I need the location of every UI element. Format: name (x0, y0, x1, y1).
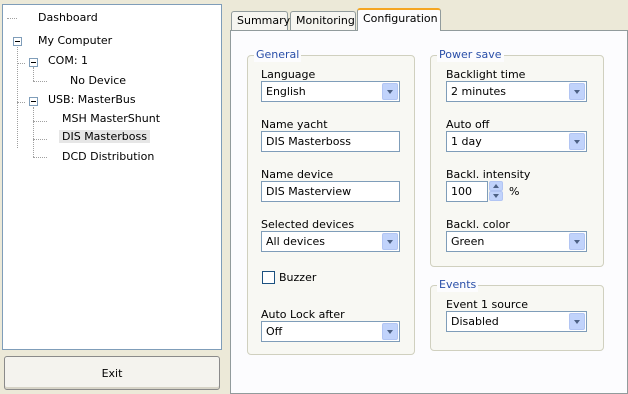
exit-button[interactable]: Exit (4, 356, 220, 390)
tab-label: Configuration (363, 12, 438, 25)
name-yacht-value: DIS Masterboss (266, 135, 351, 148)
name-yacht-input[interactable]: DIS Masterboss (261, 131, 400, 152)
tree-item-usb-masterbus[interactable]: USB: MasterBus (45, 92, 139, 108)
buzzer-checkbox[interactable] (262, 271, 275, 284)
tree-connector (33, 107, 34, 157)
collapse-icon[interactable] (13, 37, 22, 46)
selected-devices-value: All devices (266, 235, 325, 248)
auto-off-value: 1 day (451, 135, 482, 148)
spin-down-icon[interactable] (489, 191, 503, 201)
collapse-icon[interactable] (29, 58, 38, 67)
tree-item-label: No Device (70, 74, 127, 87)
chevron-down-icon[interactable] (382, 83, 398, 100)
percent-unit: % (509, 185, 520, 198)
tree-item-label: DIS Masterboss (59, 130, 150, 143)
tree-item-label: Dashboard (38, 11, 98, 24)
auto-off-label: Auto off (446, 118, 490, 131)
tree-item-com1[interactable]: COM: 1 (45, 53, 91, 69)
backlight-time-dropdown[interactable]: 2 minutes (446, 81, 587, 102)
backlight-time-label: Backlight time (446, 68, 526, 81)
power-save-group: Power save Backlight time 2 minutes Auto… (430, 48, 604, 267)
device-tree[interactable]: Dashboard My Computer COM: 1 No Device U… (2, 4, 222, 350)
tree-item-label: My Computer (38, 34, 113, 47)
general-legend: General (254, 48, 302, 62)
language-dropdown[interactable]: English (261, 81, 400, 102)
backl-intensity-label: Backl. intensity (446, 168, 531, 181)
backl-intensity-input[interactable]: 100 (446, 181, 488, 202)
event1-source-label: Event 1 source (446, 298, 529, 311)
name-device-value: DIS Masterview (266, 185, 352, 198)
name-yacht-label: Name yacht (261, 118, 328, 131)
auto-off-dropdown[interactable]: 1 day (446, 131, 587, 152)
power-save-legend: Power save (437, 48, 504, 62)
chevron-down-icon[interactable] (569, 233, 585, 250)
tree-item-label: DCD Distribution (62, 150, 155, 163)
tree-item-my-computer[interactable]: My Computer (35, 33, 115, 49)
tree-item-dcd-distribution[interactable]: DCD Distribution (59, 149, 157, 165)
collapse-icon[interactable] (29, 97, 38, 106)
tree-connector (7, 18, 17, 19)
tree-connector (17, 63, 25, 64)
name-device-label: Name device (261, 168, 334, 181)
language-label: Language (261, 68, 316, 81)
tab-label: Monitoring (296, 14, 355, 27)
tab-label: Summary (237, 14, 291, 27)
tree-item-label: MSH MasterShunt (62, 112, 161, 125)
tree-item-msh-mastershunt[interactable]: MSH MasterShunt (59, 111, 163, 127)
tree-connector (33, 67, 34, 81)
tree-connector (17, 102, 25, 103)
tree-connector (33, 157, 47, 158)
events-group: Events Event 1 source Disabled (430, 278, 604, 351)
tab-configuration[interactable]: Configuration (357, 8, 441, 31)
buzzer-label[interactable]: Buzzer (279, 271, 316, 284)
tree-item-label: USB: MasterBus (48, 93, 136, 106)
tree-item-dis-masterboss[interactable]: DIS Masterboss (59, 129, 150, 145)
chevron-down-icon[interactable] (569, 83, 585, 100)
selected-devices-dropdown[interactable]: All devices (261, 231, 400, 252)
tab-summary[interactable]: Summary (231, 11, 291, 30)
tree-connector (33, 139, 47, 140)
chevron-down-icon[interactable] (569, 133, 585, 150)
event1-source-value: Disabled (451, 315, 499, 328)
general-group: General Language English Name yacht DIS … (247, 48, 415, 355)
auto-lock-dropdown[interactable]: Off (261, 321, 400, 342)
selected-devices-label: Selected devices (261, 218, 355, 231)
backl-color-label: Backl. color (446, 218, 510, 231)
backl-color-dropdown[interactable]: Green (446, 231, 587, 252)
tree-connector (33, 121, 47, 122)
tree-item-no-device[interactable]: No Device (67, 73, 129, 89)
auto-lock-value: Off (266, 325, 283, 338)
events-legend: Events (437, 278, 479, 292)
configuration-panel: General Language English Name yacht DIS … (230, 30, 628, 394)
backl-intensity-value: 100 (451, 185, 472, 198)
chevron-down-icon[interactable] (382, 233, 398, 250)
backl-color-value: Green (451, 235, 485, 248)
event1-source-dropdown[interactable]: Disabled (446, 311, 587, 332)
chevron-down-icon[interactable] (569, 313, 585, 330)
name-device-input[interactable]: DIS Masterview (261, 181, 400, 202)
auto-lock-label: Auto Lock after (261, 308, 345, 321)
tree-connector (33, 81, 47, 82)
tab-monitoring[interactable]: Monitoring (290, 11, 356, 30)
backl-intensity-spinner[interactable] (489, 181, 503, 201)
tree-connector (17, 40, 18, 148)
language-value: English (266, 85, 306, 98)
tree-item-dashboard[interactable]: Dashboard (35, 10, 101, 26)
chevron-down-icon[interactable] (382, 323, 398, 340)
tree-item-label: COM: 1 (48, 54, 89, 67)
backlight-time-value: 2 minutes (451, 85, 507, 98)
spin-up-icon[interactable] (489, 181, 503, 191)
